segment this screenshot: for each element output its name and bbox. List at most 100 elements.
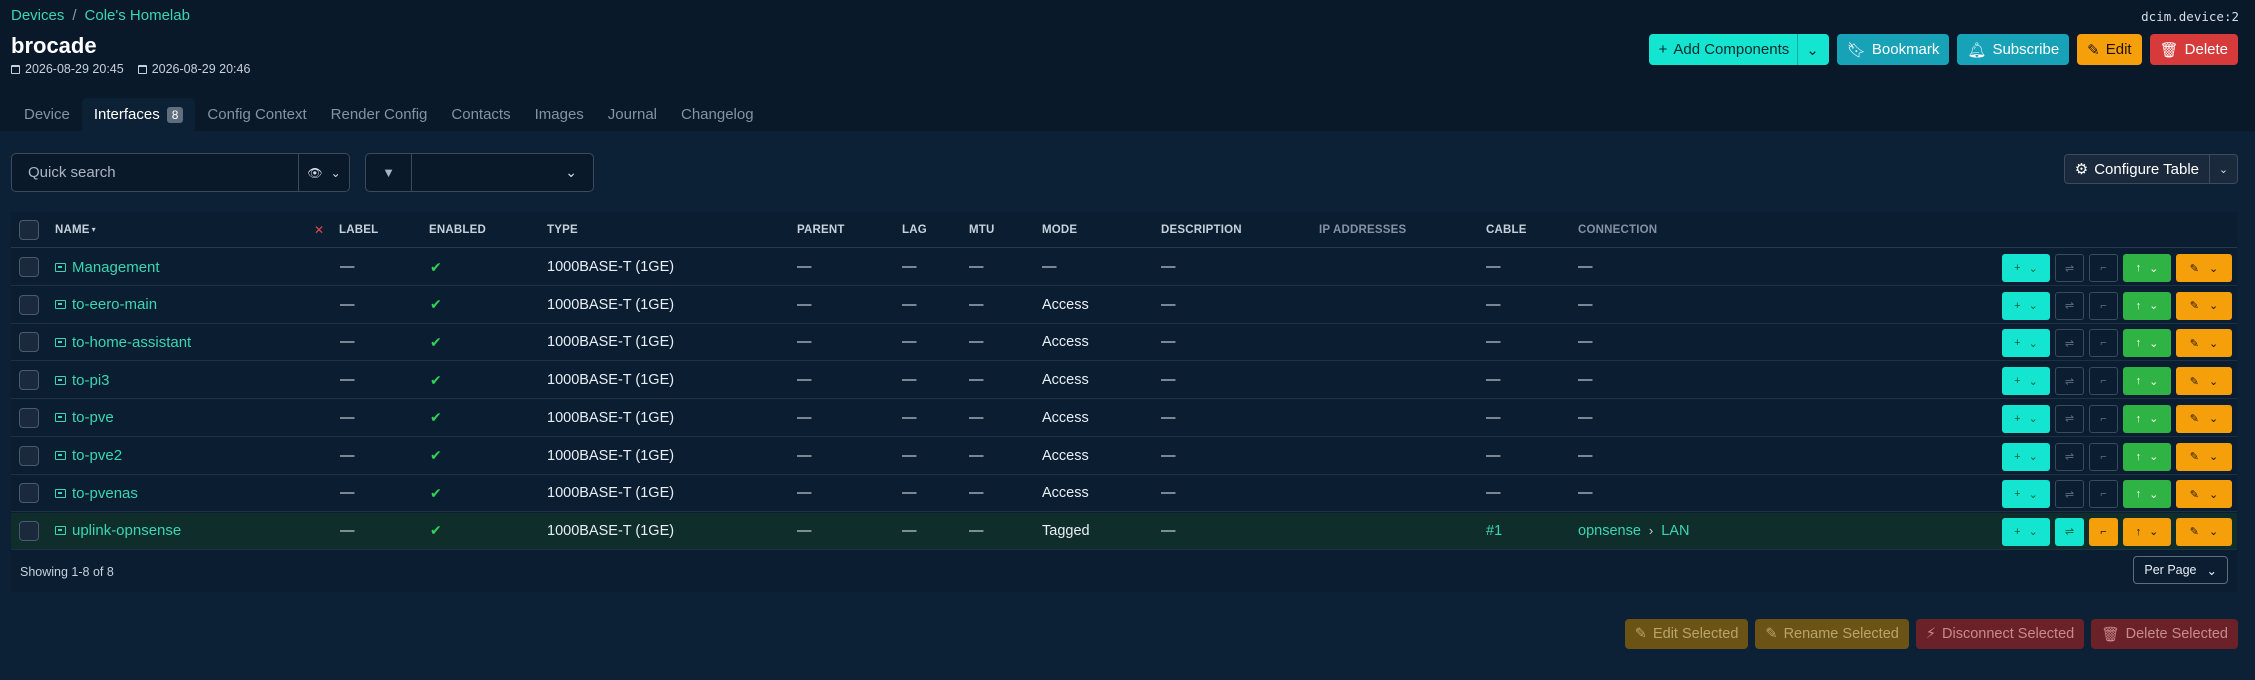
- connect-button[interactable]: ↑ ⌄: [2123, 480, 2171, 509]
- cable-button[interactable]: ⌐: [2089, 367, 2118, 396]
- quick-search: Quick search 👁︎ ⌄: [11, 153, 350, 192]
- interface-link[interactable]: Management: [72, 259, 160, 276]
- header-cable[interactable]: CABLE: [1486, 212, 1527, 247]
- trace-button[interactable]: ⇌: [2055, 404, 2084, 433]
- edit-row-button[interactable]: ✎ ⌄: [2176, 291, 2232, 320]
- header-parent[interactable]: PARENT: [797, 212, 845, 247]
- chevron-down-icon[interactable]: ⌄: [1797, 34, 1819, 65]
- rename-selected-button[interactable]: ✎ Rename Selected: [1755, 619, 1909, 649]
- edit-row-button[interactable]: ✎ ⌄: [2176, 517, 2232, 546]
- row-checkbox[interactable]: [19, 370, 39, 391]
- add-button[interactable]: + ⌄: [2002, 480, 2050, 509]
- connection-port-link[interactable]: LAN: [1661, 523, 1689, 539]
- header-mtu[interactable]: MTU: [969, 212, 995, 247]
- connect-button[interactable]: ↑ ⌄: [2123, 442, 2171, 471]
- breadcrumb-site[interactable]: Cole's Homelab: [85, 7, 190, 24]
- tab-config-context[interactable]: Config Context: [195, 98, 318, 131]
- cable-button[interactable]: ⌐: [2089, 442, 2118, 471]
- connect-button[interactable]: ↑ ⌄: [2123, 254, 2171, 282]
- header-name[interactable]: NAME ▾: [55, 212, 96, 247]
- trace-button[interactable]: ⇌: [2055, 291, 2084, 320]
- edit-row-button[interactable]: ✎ ⌄: [2176, 442, 2232, 471]
- configure-table-dropdown[interactable]: ⌄: [2210, 154, 2238, 184]
- connect-button[interactable]: ↑ ⌄: [2123, 329, 2171, 358]
- tab-journal[interactable]: Journal: [596, 98, 669, 131]
- add-components-button[interactable]: + Add Components ⌄: [1648, 34, 1829, 65]
- header-mode[interactable]: MODE: [1042, 212, 1077, 247]
- add-button[interactable]: + ⌄: [2002, 367, 2050, 396]
- cable-button[interactable]: ⌐: [2089, 329, 2118, 358]
- add-button[interactable]: + ⌄: [2002, 329, 2050, 358]
- edit-button[interactable]: ✎ Edit: [2077, 34, 2142, 65]
- tab-contacts[interactable]: Contacts: [439, 98, 522, 131]
- interface-link[interactable]: to-pi3: [72, 372, 110, 389]
- interface-link[interactable]: to-eero-main: [72, 296, 157, 313]
- trace-button[interactable]: ⇌: [2055, 329, 2084, 358]
- filter-button[interactable]: ▼: [365, 153, 412, 192]
- row-checkbox[interactable]: [19, 520, 39, 541]
- header-enabled[interactable]: ENABLED: [429, 212, 486, 247]
- delete-button[interactable]: 🗑︎ Delete: [2149, 34, 2238, 65]
- trace-button[interactable]: ⇌: [2055, 517, 2084, 546]
- row-checkbox[interactable]: [19, 294, 39, 315]
- cable-button[interactable]: ⌐: [2089, 480, 2118, 509]
- add-button[interactable]: + ⌄: [2002, 517, 2050, 546]
- cable-link[interactable]: #1: [1486, 523, 1502, 539]
- edit-row-button[interactable]: ✎ ⌄: [2176, 480, 2232, 509]
- edit-row-button[interactable]: ✎ ⌄: [2176, 329, 2232, 358]
- add-button[interactable]: + ⌄: [2002, 291, 2050, 320]
- row-checkbox[interactable]: [19, 332, 39, 353]
- add-button[interactable]: + ⌄: [2002, 404, 2050, 433]
- cable-button[interactable]: ⌐: [2089, 517, 2118, 546]
- per-page-dropdown[interactable]: Per Page ⌄: [2133, 556, 2228, 584]
- tab-render-config[interactable]: Render Config: [319, 98, 440, 131]
- row-checkbox[interactable]: [19, 407, 39, 428]
- interface-link[interactable]: uplink-opnsense: [72, 522, 181, 539]
- trace-button[interactable]: ⇌: [2055, 254, 2084, 282]
- connection-device-link[interactable]: opnsense: [1578, 523, 1641, 539]
- tab-images[interactable]: Images: [523, 98, 596, 131]
- tab-changelog[interactable]: Changelog: [669, 98, 766, 131]
- cable-button[interactable]: ⌐: [2089, 291, 2118, 320]
- row-checkbox[interactable]: [19, 445, 39, 466]
- trace-button[interactable]: ⇌: [2055, 367, 2084, 396]
- disconnect-selected-button[interactable]: ⚡︎ Disconnect Selected: [1915, 619, 2085, 649]
- configure-table-button[interactable]: ⚙ Configure Table: [2063, 154, 2210, 184]
- edit-row-button[interactable]: ✎ ⌄: [2176, 254, 2232, 282]
- edit-selected-button[interactable]: ✎ Edit Selected: [1624, 619, 1749, 649]
- tab-device[interactable]: Device: [12, 98, 82, 131]
- subscribe-button[interactable]: 🔔︎ Subscribe: [1957, 34, 2070, 65]
- cable-button[interactable]: ⌐: [2089, 404, 2118, 433]
- header-description[interactable]: DESCRIPTION: [1161, 212, 1242, 247]
- add-button[interactable]: + ⌄: [2002, 442, 2050, 471]
- filter-select[interactable]: ⌄: [412, 153, 594, 192]
- row-checkbox[interactable]: [19, 483, 39, 504]
- row-checkbox[interactable]: [19, 257, 39, 277]
- tab-interfaces[interactable]: Interfaces 8: [81, 98, 196, 131]
- interface-link[interactable]: to-pve2: [72, 447, 122, 464]
- cable-button[interactable]: ⌐: [2089, 254, 2118, 282]
- edit-row-button[interactable]: ✎ ⌄: [2176, 367, 2232, 396]
- delete-selected-button[interactable]: 🗑︎ Delete Selected: [2091, 619, 2238, 649]
- interface-link[interactable]: to-pvenas: [72, 485, 138, 502]
- trace-button[interactable]: ⇌: [2055, 442, 2084, 471]
- connect-button[interactable]: ↑ ⌄: [2123, 517, 2171, 546]
- connection-cell: —: [1578, 409, 1593, 426]
- connect-button[interactable]: ↑ ⌄: [2123, 291, 2171, 320]
- clear-sort-icon[interactable]: ✕: [314, 212, 324, 247]
- bookmark-button[interactable]: 🔖︎ Bookmark: [1836, 34, 1950, 65]
- connect-button[interactable]: ↑ ⌄: [2123, 404, 2171, 433]
- search-options-button[interactable]: 👁︎ ⌄: [299, 153, 350, 192]
- add-button[interactable]: + ⌄: [2002, 254, 2050, 282]
- breadcrumb-devices[interactable]: Devices: [11, 7, 64, 24]
- interface-link[interactable]: to-pve: [72, 409, 114, 426]
- trace-button[interactable]: ⇌: [2055, 480, 2084, 509]
- connect-button[interactable]: ↑ ⌄: [2123, 367, 2171, 396]
- interface-link[interactable]: to-home-assistant: [72, 334, 191, 351]
- select-all-checkbox[interactable]: [19, 219, 39, 240]
- edit-row-button[interactable]: ✎ ⌄: [2176, 404, 2232, 433]
- header-lag[interactable]: LAG: [902, 212, 927, 247]
- header-label[interactable]: LABEL: [339, 212, 378, 247]
- header-type[interactable]: TYPE: [547, 212, 578, 247]
- search-input[interactable]: Quick search: [11, 153, 299, 192]
